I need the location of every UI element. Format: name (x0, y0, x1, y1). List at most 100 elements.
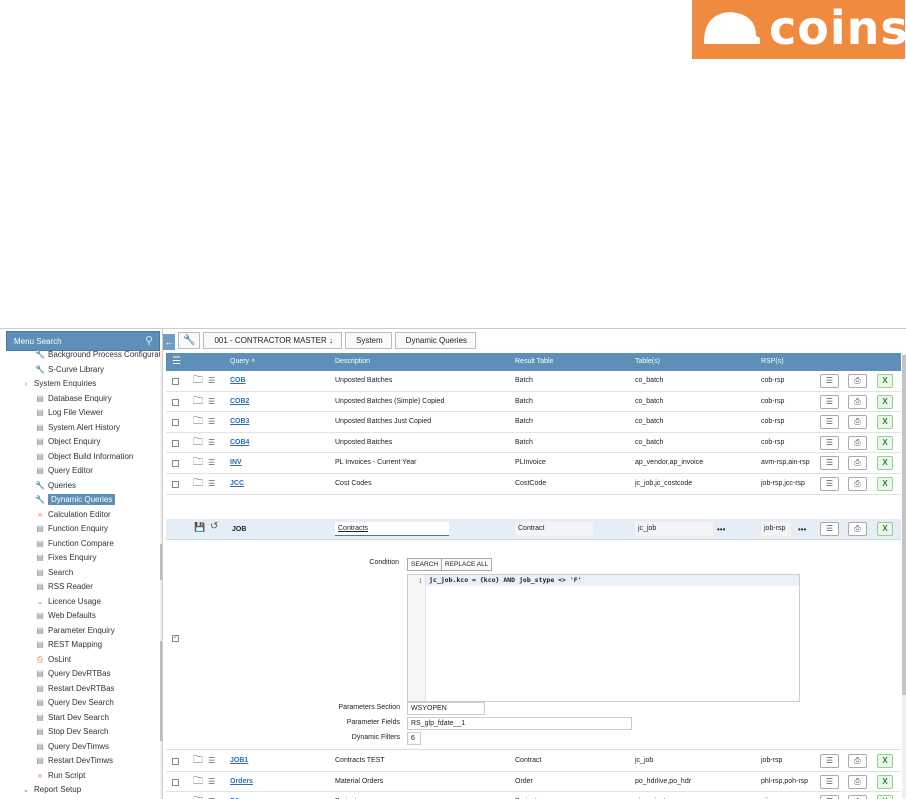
query-link[interactable]: COB3 (230, 412, 249, 432)
query-link[interactable]: COB4 (230, 433, 249, 453)
printer-icon[interactable]: ⎙ (848, 522, 867, 536)
save-icon[interactable]: 💾 (194, 522, 205, 533)
sidebar-item[interactable]: » Calculation Editor (0, 508, 160, 523)
printer-icon[interactable]: ⎙ (848, 435, 867, 450)
table-row[interactable]: 🗀 ☰ JOB1 Contracts TEST Contract jc_job job-rs… (166, 751, 901, 772)
row-checkbox[interactable] (172, 419, 179, 427)
sidebar-item[interactable]: ⌄ Report Setup (0, 783, 160, 798)
search-icon[interactable]: ⚲ (145, 335, 153, 347)
table-row-editing[interactable]: 💾 ↺ JOB Contracts Contract jc_job ••• jo… (166, 519, 901, 540)
list-icon[interactable]: ☰ (820, 415, 839, 430)
row-checkbox[interactable] (172, 460, 179, 468)
preview-icon[interactable]: ☰ (208, 412, 215, 432)
breadcrumb-system[interactable]: System (345, 332, 392, 349)
printer-icon[interactable]: ⎙ (848, 795, 867, 799)
printer-icon[interactable]: ⎙ (848, 374, 867, 388)
preview-icon[interactable]: ☰ (208, 433, 215, 453)
preview-icon[interactable]: ☰ (208, 392, 215, 412)
sidebar-item[interactable]: ⌄ Licence Usage (0, 595, 160, 610)
sidebar-item[interactable]: ▤ REST Mapping (0, 638, 160, 653)
folder-icon[interactable]: 🗀 (193, 433, 203, 453)
wrench-icon[interactable]: 🔧 (178, 332, 201, 349)
breadcrumb-company[interactable]: 001 - CONTRACTOR MASTER ↓ (203, 332, 342, 349)
rsp-more-button[interactable]: ••• (798, 519, 806, 540)
sidebar-item[interactable]: 🔧 Dynamic Queries (0, 493, 160, 508)
printer-icon[interactable]: ⎙ (848, 754, 867, 768)
excel-icon[interactable]: X (877, 477, 893, 491)
query-link[interactable]: JOB1 (230, 751, 248, 771)
sidebar-item[interactable]: 🔧 S-Curve Library (0, 363, 160, 378)
result-table-input[interactable]: Contract (515, 522, 593, 536)
undo-icon[interactable]: ↺ (210, 521, 218, 532)
list-icon[interactable]: ☰ (820, 394, 839, 409)
list-icon[interactable]: ☰ (820, 754, 839, 768)
printer-icon[interactable]: ⎙ (848, 456, 867, 471)
sidebar-item[interactable]: ▤ RSS Reader (0, 580, 160, 595)
excel-icon[interactable]: X (877, 522, 893, 536)
printer-icon[interactable]: ⎙ (848, 394, 867, 409)
col-rsp[interactable]: RSP(s) (761, 353, 784, 371)
list-icon[interactable]: ☰ (820, 374, 839, 388)
sidebar-item[interactable]: 🔧 Background Process Configurat (0, 348, 161, 363)
collapse-sidebar-button[interactable]: ← (163, 334, 175, 350)
excel-icon[interactable]: X (877, 795, 893, 799)
list-icon[interactable]: ☰ (820, 456, 839, 471)
query-link[interactable]: INV (230, 453, 242, 473)
list-icon[interactable]: ☰ (820, 795, 839, 799)
sidebar-item[interactable]: ▤ Stop Dev Search (0, 725, 160, 740)
tables-more-button[interactable]: ••• (717, 519, 725, 540)
row-checkbox[interactable] (172, 758, 179, 765)
row-checkbox[interactable] (172, 378, 179, 385)
printer-icon[interactable]: ⎙ (848, 477, 867, 491)
sidebar-item[interactable]: ▤ Query DevRTBas (0, 667, 160, 682)
main-scroll-thumb[interactable] (902, 355, 906, 695)
dynamic-filters-input[interactable]: 6 (407, 732, 421, 745)
table-row[interactable]: 🗀 ☰ INV PL Invoices - Current Year PLInvoice… (166, 453, 901, 474)
condition-code-editor[interactable]: 1 jc_job.kco = {kco} AND job_stype <> 'F… (407, 574, 800, 702)
excel-icon[interactable]: X (877, 415, 893, 430)
folder-icon[interactable]: 🗀 (193, 371, 203, 391)
table-row[interactable]: 🗀 ☰ COB2 Unposted Batches (Simple) Copied Ba… (166, 392, 901, 413)
list-icon[interactable]: ☰ (820, 522, 839, 536)
excel-icon[interactable]: X (877, 754, 893, 768)
row-checkbox[interactable] (172, 439, 179, 447)
description-input[interactable]: Contracts (335, 522, 449, 536)
folder-icon[interactable]: 🗀 (193, 412, 203, 432)
condition-code[interactable]: jc_job.kco = {kco} AND job_stype <> 'F' (426, 575, 799, 586)
sidebar-item[interactable]: ▤ Query Editor (0, 464, 160, 479)
table-row[interactable]: 🗀 ☰ COB Unposted Batches Batch co_batch cob-rs… (166, 371, 901, 392)
list-icon[interactable]: ☰ (820, 477, 839, 491)
list-icon[interactable]: ☰ (820, 774, 839, 789)
sidebar-scroll-thumb[interactable] (160, 544, 162, 580)
sidebar-item[interactable]: ▤ Web Defaults (0, 609, 160, 624)
sidebar-item[interactable]: ▤ Log File Viewer (0, 406, 160, 421)
query-link[interactable]: JCC (230, 474, 244, 494)
sidebar-item[interactable]: ▤ Database Enquiry (0, 392, 160, 407)
table-row[interactable]: 🗀 ☰ Orders Material Orders Order po_hdrlive,p… (166, 772, 901, 793)
list-icon[interactable]: ☰ (820, 435, 839, 450)
row-checkbox[interactable] (172, 398, 179, 406)
col-description[interactable]: Description (335, 353, 370, 371)
row-checkbox-checked[interactable]: ✓ (172, 635, 179, 642)
folder-icon[interactable]: 🗀 (193, 772, 203, 792)
preview-icon[interactable]: ☰ (208, 772, 215, 792)
excel-icon[interactable]: X (877, 456, 893, 471)
folder-icon[interactable]: 🗀 (193, 792, 203, 799)
col-query[interactable]: Query ˄ (230, 353, 255, 371)
col-result-table[interactable]: Result Table (515, 353, 553, 371)
tables-input[interactable]: jc_job (635, 522, 713, 536)
rsp-input[interactable]: job-rsp (761, 522, 791, 536)
sidebar-item[interactable]: ▤ Function Compare (0, 537, 160, 552)
preview-icon[interactable]: ☰ (208, 474, 215, 494)
folder-icon[interactable]: 🗀 (193, 751, 203, 771)
sidebar-item[interactable]: ▤ Restart DevRTBas (0, 682, 160, 697)
sidebar-item[interactable]: ▤ Query DevTimws (0, 740, 160, 755)
preview-icon[interactable]: ☰ (208, 792, 215, 799)
preview-icon[interactable]: ☰ (208, 371, 215, 391)
folder-icon[interactable]: 🗀 (193, 474, 203, 494)
sidebar-item[interactable]: ▤ Start Dev Search (0, 711, 160, 726)
query-link[interactable]: COB (230, 371, 246, 391)
table-row[interactable]: 🗀 ☰ PJ Projects Project pj_project pij-rsp ☰ ⎙ X (166, 792, 901, 799)
folder-icon[interactable]: 🗀 (193, 392, 203, 412)
params-section-input[interactable]: WSYOPEN (407, 702, 485, 715)
